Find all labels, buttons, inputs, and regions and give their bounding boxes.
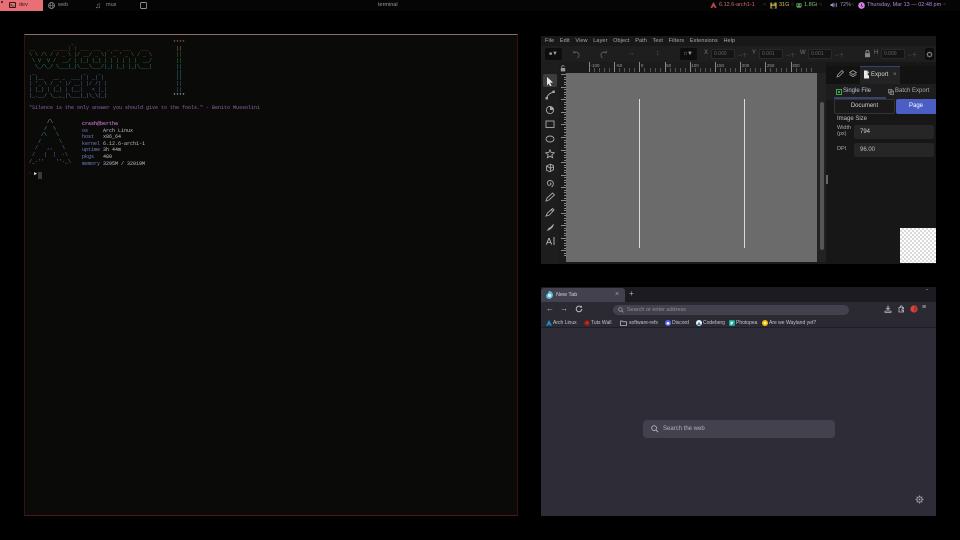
svg-text:A: A <box>546 237 552 247</box>
